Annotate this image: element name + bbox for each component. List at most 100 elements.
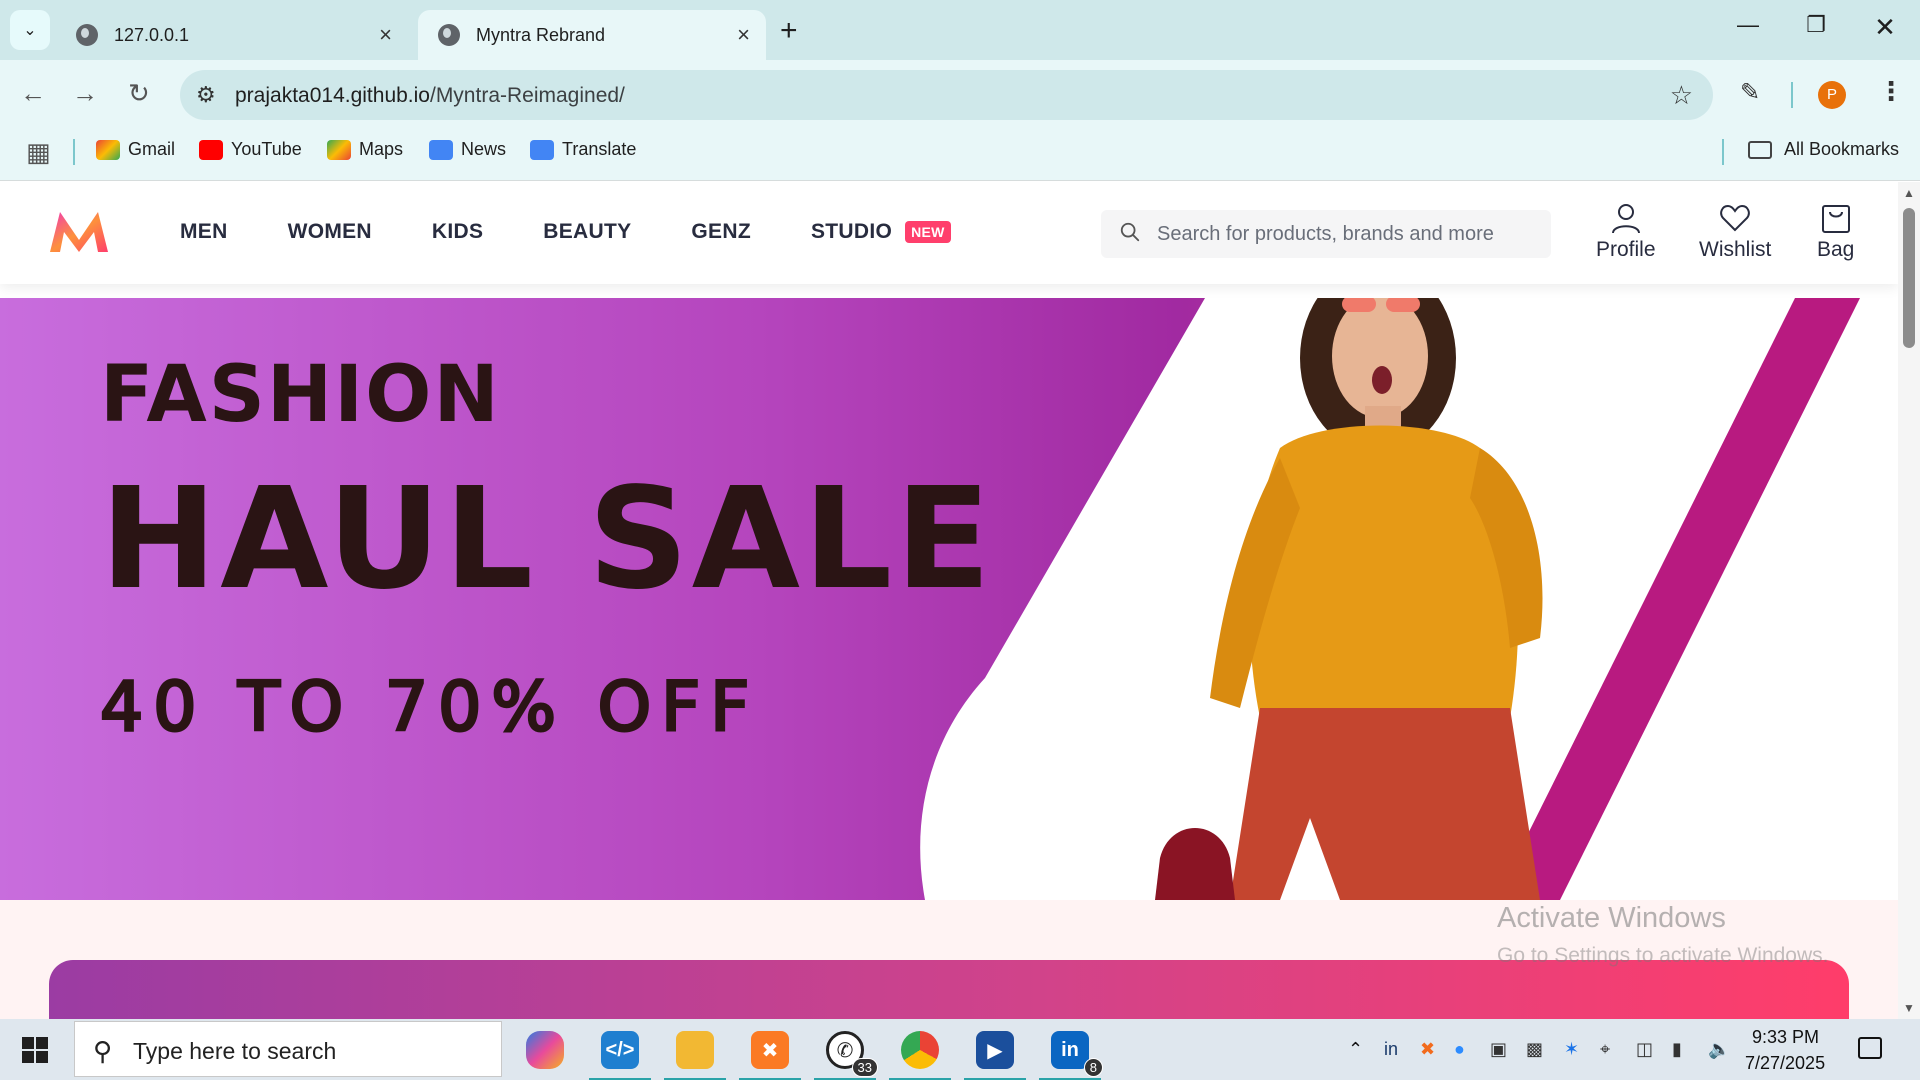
clock-date[interactable]: 7/27/2025	[1745, 1053, 1825, 1074]
browser-tab-active[interactable]: Myntra Rebrand ×	[418, 10, 766, 60]
search-input[interactable]	[1157, 210, 1537, 258]
profile-avatar[interactable]: P	[1818, 81, 1846, 109]
app-tray-icon[interactable]: ▩	[1526, 1039, 1543, 1060]
notification-count: 8	[1083, 1058, 1103, 1077]
bag-label: Bag	[1817, 238, 1855, 261]
browser-toolbar: ← → ↻ ⚙ prajakta014.github.io/Myntra-Rei…	[0, 60, 1920, 127]
bookmark-gmail[interactable]: Gmail	[96, 139, 175, 160]
taskbar-linkedin[interactable]: in 8	[1039, 1027, 1103, 1080]
tab-search-button[interactable]: ⌄	[10, 10, 50, 50]
wishlist-label: Wishlist	[1699, 238, 1772, 261]
search-icon: ⚲	[93, 1036, 113, 1066]
taskbar-vscode[interactable]: </>	[589, 1027, 651, 1080]
heart-icon	[1720, 204, 1750, 232]
wishlist-button[interactable]: Wishlist	[1699, 202, 1771, 262]
translate-icon	[530, 139, 554, 160]
battery-icon[interactable]: ▮	[1672, 1039, 1682, 1060]
site-info-icon[interactable]: ⚙	[196, 82, 216, 108]
globe-icon	[76, 24, 98, 46]
bookmark-label: Translate	[562, 139, 637, 159]
address-url[interactable]: prajakta014.github.io/Myntra-Reimagined/	[235, 84, 625, 108]
search-icon	[1120, 222, 1140, 242]
new-badge: NEW	[905, 221, 951, 243]
taskbar-xampp[interactable]: ✖	[739, 1027, 801, 1080]
display-tray-icon[interactable]: ◫	[1636, 1039, 1653, 1060]
xampp-tray-icon[interactable]: ✖	[1420, 1039, 1435, 1060]
bookmark-label: News	[461, 139, 507, 159]
activate-windows-title: Activate Windows	[1497, 902, 1726, 934]
zoom-tray-icon[interactable]: ●	[1454, 1039, 1465, 1060]
reload-button[interactable]: ↻	[128, 78, 150, 109]
profile-label: Profile	[1596, 238, 1656, 261]
nav-kids[interactable]: KIDS	[432, 220, 483, 244]
network-icon[interactable]: ⌖	[1600, 1039, 1610, 1060]
copilot-icon	[526, 1031, 564, 1069]
page-scrollbar[interactable]: ▲ ▼	[1898, 182, 1920, 1019]
toolbar-divider	[1791, 82, 1793, 108]
gmail-icon	[96, 139, 120, 160]
scroll-down-icon[interactable]: ▼	[1903, 1001, 1915, 1015]
nav-men[interactable]: MEN	[180, 220, 228, 244]
browser-tab[interactable]: 127.0.0.1 ×	[56, 10, 408, 60]
bag-button[interactable]: Bag	[1817, 202, 1854, 262]
chevron-down-icon: ⌄	[23, 22, 37, 39]
notifications-icon[interactable]	[1858, 1037, 1882, 1059]
taskbar-copilot[interactable]	[522, 1027, 568, 1073]
nav-beauty[interactable]: BEAUTY	[543, 220, 631, 244]
news-icon	[429, 139, 453, 160]
taskbar-file-explorer[interactable]	[664, 1027, 726, 1080]
tray-overflow-icon[interactable]: ⌃	[1348, 1039, 1363, 1060]
device-tray-icon[interactable]: ▣	[1490, 1039, 1507, 1060]
taskbar-media-player[interactable]: ▶	[964, 1027, 1026, 1080]
myntra-logo[interactable]	[46, 206, 112, 256]
media-player-icon: ▶	[976, 1031, 1014, 1069]
bookmark-label: Maps	[359, 139, 404, 159]
notification-count: 33	[851, 1058, 878, 1077]
scroll-thumb[interactable]	[1903, 208, 1915, 348]
address-host: prajakta014.github.io	[235, 84, 430, 107]
new-tab-button[interactable]: +	[780, 14, 798, 48]
back-button[interactable]: ←	[20, 78, 46, 109]
banner-heading-fashion: FASHION	[100, 350, 501, 440]
bookmark-maps[interactable]: Maps	[327, 139, 403, 160]
forward-button[interactable]: →	[72, 78, 98, 109]
extensions-icon[interactable]: ✎	[1740, 78, 1760, 107]
address-path: /Myntra-Reimagined/	[429, 84, 625, 107]
folder-icon	[1748, 140, 1772, 159]
close-tab-icon[interactable]: ×	[379, 22, 392, 48]
apps-grid-icon[interactable]: ▦	[26, 137, 51, 168]
promo-strip[interactable]	[49, 960, 1849, 1019]
bookmark-star-icon[interactable]: ☆	[1670, 80, 1693, 111]
bookmark-youtube[interactable]: YouTube	[199, 139, 302, 160]
close-window-button[interactable]: ✕	[1870, 12, 1900, 43]
scroll-up-icon[interactable]: ▲	[1903, 186, 1915, 200]
restore-button[interactable]: ❐	[1801, 12, 1831, 38]
taskbar-whatsapp[interactable]: ✆ 33	[814, 1027, 878, 1080]
all-bookmarks-button[interactable]: All Bookmarks	[1748, 139, 1899, 160]
minimize-button[interactable]: —	[1733, 12, 1763, 38]
vscode-icon: </>	[601, 1031, 639, 1069]
nav-studio[interactable]: STUDIO NEW	[811, 220, 951, 244]
hero-banner[interactable]: FASHION HAUL SALE 40 TO 70% OFF	[0, 298, 1898, 900]
bluetooth-icon[interactable]: ✶	[1564, 1039, 1579, 1060]
browser-menu-icon[interactable]: ⋮	[1878, 76, 1904, 107]
volume-icon[interactable]: 🔈	[1708, 1039, 1730, 1060]
address-bar[interactable]: ⚙ prajakta014.github.io/Myntra-Reimagine…	[180, 70, 1713, 120]
product-search[interactable]	[1101, 210, 1551, 258]
bookmark-translate[interactable]: Translate	[530, 139, 636, 160]
folder-icon	[676, 1031, 714, 1069]
taskbar-chrome[interactable]	[889, 1027, 951, 1080]
bookmarks-bar: ▦ Gmail YouTube Maps News Translate All …	[0, 127, 1920, 181]
site-header: MEN WOMEN KIDS BEAUTY GENZ STUDIO NEW Pr…	[0, 182, 1898, 284]
linkedin-tray-icon[interactable]: in	[1384, 1039, 1398, 1060]
clock-time[interactable]: 9:33 PM	[1752, 1027, 1819, 1048]
bookmarks-divider	[1722, 139, 1724, 165]
nav-women[interactable]: WOMEN	[288, 220, 372, 244]
bookmark-news[interactable]: News	[429, 139, 506, 160]
windows-start-icon[interactable]	[22, 1037, 48, 1063]
profile-button[interactable]: Profile	[1596, 202, 1656, 262]
nav-genz[interactable]: GENZ	[691, 220, 751, 244]
taskbar-search[interactable]: ⚲ Type here to search	[74, 1021, 502, 1077]
globe-icon	[438, 24, 460, 46]
close-tab-icon[interactable]: ×	[737, 22, 750, 48]
